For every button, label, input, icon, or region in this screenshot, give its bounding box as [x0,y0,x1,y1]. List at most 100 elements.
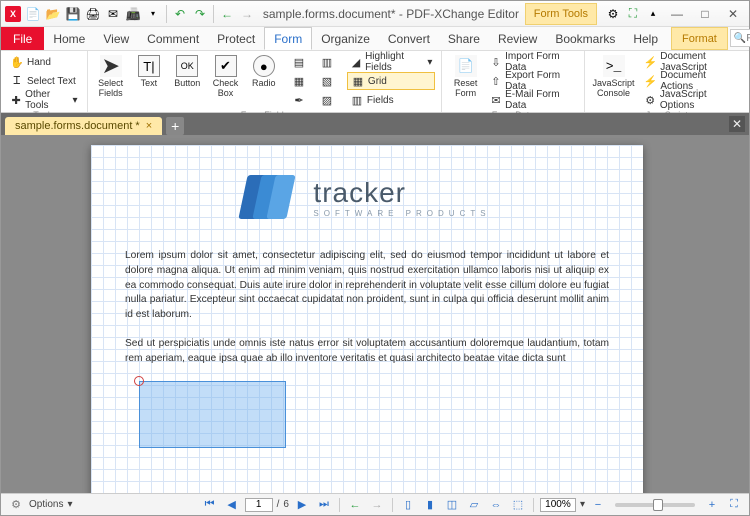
scan-icon[interactable]: 📠 [125,6,141,22]
new-icon[interactable]: 📄 [25,6,41,22]
group-javascript: >_JavaScript Console ⚡Document JavaScrip… [585,51,749,112]
next-page-button[interactable]: ▶ [293,497,311,513]
forward-icon[interactable]: → [239,6,255,22]
close-tab-icon[interactable]: × [146,120,152,132]
signature-button[interactable]: ✒ [289,91,309,109]
other-tools[interactable]: ✚Other Tools ▾ [7,91,81,109]
separator [392,498,393,512]
tab-format[interactable]: Format [671,27,728,50]
print-icon[interactable]: 🖨 [85,6,101,22]
redo-icon[interactable]: ↷ [192,6,208,22]
document-canvas[interactable]: tracker SOFTWARE PRODUCTS Lorem ipsum do… [1,135,749,493]
save-icon[interactable]: 💾 [65,6,81,22]
close-all-tabs-button[interactable]: ✕ [729,116,745,132]
grid-toggle[interactable]: ▦Grid [347,72,436,90]
layout-two-icon[interactable]: ◫ [443,497,461,513]
layout-continuous-icon[interactable]: ▮ [421,497,439,513]
email-icon[interactable]: ✉ [105,6,121,22]
document-javascript-button[interactable]: ⚡Document JavaScript [641,53,743,71]
tab-convert[interactable]: Convert [379,27,439,50]
page-number-input[interactable] [245,498,273,512]
minimize-button[interactable]: — [663,4,691,24]
reset-form-label: Reset Form [450,79,480,99]
new-tab-button[interactable]: + [166,117,184,135]
combobox-button[interactable]: ▦ [289,72,309,90]
find-input[interactable]: 🔍 Find... [730,29,750,47]
collapse-ribbon-icon[interactable]: ▴ [645,6,661,22]
button-field-button[interactable]: OK Button [170,53,204,91]
window-title: sample.forms.document* - PDF-XChange Edi… [257,7,525,21]
tab-form[interactable]: Form [264,27,312,50]
select-text-label: Select Text [27,76,76,87]
ui-options-icon[interactable]: ⚙ [605,6,621,22]
pointer-icon: ➤ [100,55,122,77]
options-gear-icon[interactable]: ⚙ [7,497,25,513]
grid-label: Grid [368,76,387,87]
select-text-tool[interactable]: ᏆSelect Text [7,72,81,90]
date-button[interactable]: ▧ [317,72,337,90]
javascript-options-button[interactable]: ⚙JavaScript Options [641,91,743,109]
fit-width-icon[interactable]: ⇔ [487,497,505,513]
import-form-data-button[interactable]: ⇩Import Form Data [487,53,578,71]
tab-bookmarks[interactable]: Bookmarks [546,27,624,50]
export-form-data-button[interactable]: ⇧Export Form Data [487,72,578,90]
js-console-button[interactable]: >_JavaScript Console [591,53,637,101]
image-button[interactable]: ▨ [317,91,337,109]
highlight-fields-button[interactable]: ◢Highlight Fields ▾ [347,53,436,71]
tab-view[interactable]: View [94,27,138,50]
text-cursor-icon: Ꮖ [10,74,24,88]
nav-forward-button[interactable]: → [368,497,386,513]
highlight-icon: ◢ [350,55,362,69]
group-form-fields: ➤Select Fields T|Text OK Button ✔Check Bo… [88,51,443,112]
tab-home[interactable]: Home [44,27,94,50]
first-page-button[interactable]: ⏮ [201,497,219,513]
email-form-data-button[interactable]: ✉E-Mail Form Data [487,91,578,109]
tab-review[interactable]: Review [489,27,546,50]
tab-organize[interactable]: Organize [312,27,379,50]
launch-icon[interactable]: ⛶ [625,6,641,22]
listbox-button[interactable]: ▤ [289,53,309,71]
button-icon: OK [176,55,198,77]
layout-two-cont-icon[interactable]: ▱ [465,497,483,513]
text-field-button[interactable]: T|Text [132,53,166,91]
tab-protect[interactable]: Protect [208,27,264,50]
fullscreen-icon[interactable]: ⛶ [725,497,743,513]
zoom-input[interactable] [540,498,576,512]
zoom-slider-thumb[interactable] [653,499,663,511]
tab-comment[interactable]: Comment [138,27,208,50]
reset-icon: 📄 [455,55,477,77]
grid-icon: ▦ [351,74,365,88]
fit-page-icon[interactable]: ⬚ [509,497,527,513]
back-icon[interactable]: ← [219,6,235,22]
checkbox-field-button[interactable]: ✔Check Box [208,53,242,101]
select-fields-button[interactable]: ➤Select Fields [94,53,128,101]
layout-single-icon[interactable]: ▯ [399,497,417,513]
js-options-label: JavaScript Options [660,89,740,111]
document-actions-button[interactable]: ⚡Document Actions [641,72,743,90]
prev-page-button[interactable]: ◀ [223,497,241,513]
menu-bar: File Home View Comment Protect Form Orga… [1,27,749,51]
fields-pane-button[interactable]: ▥Fields [347,91,436,109]
reset-form-button[interactable]: 📄Reset Form [448,53,482,101]
close-button[interactable]: ✕ [719,4,747,24]
last-page-button[interactable]: ⏭ [315,497,333,513]
open-icon[interactable]: 📂 [45,6,61,22]
document-tab[interactable]: sample.forms.document * × [5,117,162,135]
nav-back-button[interactable]: ← [346,497,364,513]
tab-file[interactable]: File [1,27,44,50]
zoom-slider[interactable] [615,503,695,507]
undo-icon[interactable]: ↶ [172,6,188,22]
maximize-button[interactable]: □ [691,4,719,24]
qa-dropdown-icon[interactable]: ▾ [145,6,161,22]
radio-field-button[interactable]: ●Radio [247,53,281,91]
zoom-out-button[interactable]: − [589,497,607,513]
button-label: Button [174,79,200,89]
hand-tool[interactable]: ✋Hand [7,53,81,71]
zoom-in-button[interactable]: + [703,497,721,513]
barcode-icon: ▥ [320,55,334,69]
tab-share[interactable]: Share [439,27,489,50]
form-field-selection[interactable] [139,381,286,448]
tab-help[interactable]: Help [624,27,667,50]
barcode-button[interactable]: ▥ [317,53,337,71]
options-label[interactable]: Options [29,499,63,510]
